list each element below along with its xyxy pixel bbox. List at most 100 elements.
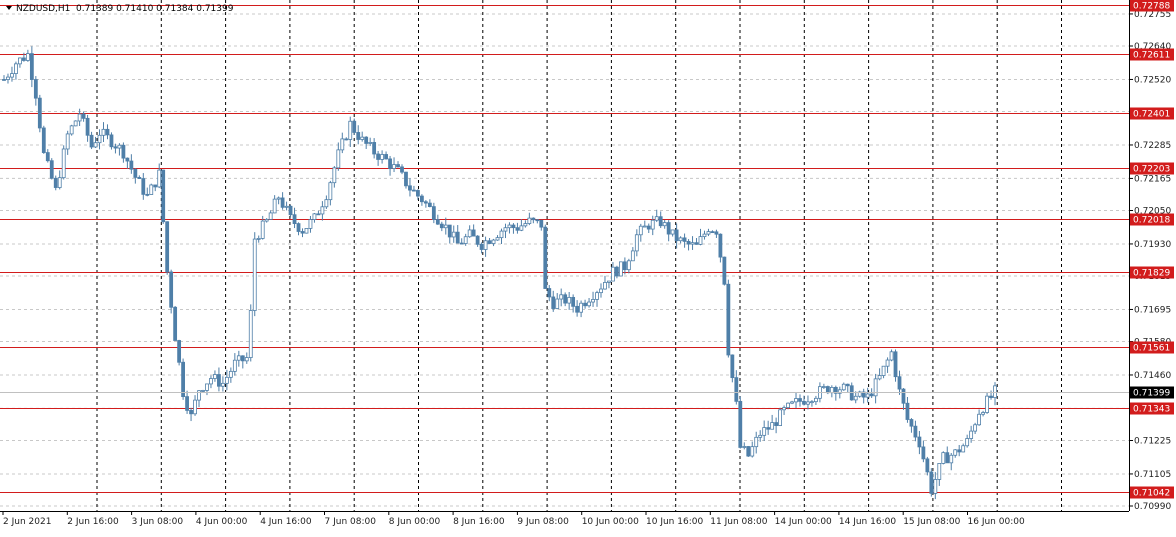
- candle-body: [790, 401, 794, 404]
- candle[interactable]: [893, 349, 898, 382]
- candle[interactable]: [619, 261, 623, 277]
- candle[interactable]: [941, 451, 946, 465]
- candle-body: [240, 355, 245, 362]
- candle-body: [953, 449, 958, 456]
- candle-body: [451, 231, 456, 238]
- candle[interactable]: [746, 445, 751, 458]
- price-tick-label: 0.72520: [1134, 75, 1171, 85]
- candle[interactable]: [165, 221, 170, 275]
- level-price-label: 0.71829: [1133, 269, 1170, 279]
- candle[interactable]: [738, 396, 743, 449]
- candle-body: [583, 302, 587, 307]
- candle-body: [734, 377, 739, 402]
- candle-body: [388, 158, 392, 169]
- candle-body: [109, 134, 114, 148]
- candle-body: [105, 128, 110, 136]
- candle-body: [603, 282, 607, 290]
- candle[interactable]: [304, 228, 309, 234]
- candle-body: [786, 402, 790, 409]
- candle-body: [419, 195, 424, 203]
- time-tick-label: 4 Jun 00:00: [196, 517, 248, 527]
- candle-body: [487, 240, 492, 244]
- candle-body: [865, 393, 870, 398]
- candle-body: [463, 236, 468, 244]
- candle-body: [29, 53, 34, 80]
- candle-body: [945, 452, 950, 464]
- candle-body: [77, 113, 82, 122]
- candle-body: [690, 242, 695, 245]
- candle-body: [181, 361, 186, 398]
- candle[interactable]: [352, 118, 357, 135]
- candle-body: [973, 424, 978, 432]
- candle[interactable]: [149, 183, 154, 195]
- candle-body: [416, 190, 420, 197]
- candle-body: [312, 213, 317, 220]
- candle-body: [352, 120, 357, 133]
- candle[interactable]: [73, 120, 78, 127]
- candle[interactable]: [929, 468, 934, 497]
- candle[interactable]: [726, 279, 731, 358]
- candle[interactable]: [857, 390, 862, 398]
- candle-body: [766, 427, 771, 430]
- candle[interactable]: [181, 358, 186, 400]
- candle-body: [889, 351, 894, 361]
- candle-body: [638, 225, 643, 236]
- candle[interactable]: [722, 256, 727, 286]
- candle-body: [224, 376, 229, 384]
- candle[interactable]: [404, 171, 408, 189]
- candle-body: [348, 120, 353, 140]
- time-tick-label: 8 Jun 00:00: [389, 517, 441, 527]
- candle-body: [304, 228, 309, 234]
- candle[interactable]: [985, 392, 989, 414]
- candle[interactable]: [69, 124, 74, 136]
- chart-svg[interactable]: 0.727550.726400.725200.724050.722850.721…: [0, 0, 1176, 533]
- candle-body: [169, 271, 174, 308]
- candle-body: [591, 299, 595, 303]
- candle-body: [762, 427, 767, 436]
- candle[interactable]: [177, 339, 182, 366]
- level-price-label: 0.71561: [1133, 344, 1170, 354]
- price-tick-label: 0.71225: [1134, 436, 1171, 446]
- candle-body: [913, 425, 918, 438]
- chart[interactable]: 0.727550.726400.725200.724050.722850.721…: [0, 0, 1176, 533]
- candle-body: [81, 113, 86, 119]
- candle[interactable]: [61, 145, 66, 180]
- candle[interactable]: [49, 158, 54, 180]
- candle-body: [726, 283, 731, 356]
- level-price-label: 0.72611: [1133, 51, 1170, 61]
- candle[interactable]: [248, 304, 253, 362]
- candle-body: [571, 296, 576, 307]
- candle-body: [750, 446, 755, 457]
- candle-body: [37, 97, 42, 129]
- candle-body: [308, 219, 313, 229]
- candle-body: [523, 223, 528, 227]
- candle-body: [153, 184, 158, 188]
- candle-body: [475, 235, 480, 245]
- candle-body: [396, 164, 400, 168]
- candle-body: [666, 222, 671, 235]
- chart-header: NZDUSD,H1 0.71389 0.71410 0.71384 0.7139…: [6, 4, 234, 14]
- candle[interactable]: [543, 224, 548, 289]
- candle-body: [471, 229, 476, 237]
- candle-body: [45, 152, 50, 162]
- candle[interactable]: [173, 305, 178, 341]
- candle[interactable]: [169, 269, 174, 314]
- candle-body: [905, 402, 910, 420]
- candle[interactable]: [109, 132, 114, 150]
- plot-area[interactable]: [0, 0, 1129, 511]
- candle-body: [89, 134, 94, 148]
- candle-body: [873, 378, 878, 397]
- candle[interactable]: [41, 125, 46, 154]
- candle[interactable]: [37, 94, 42, 133]
- candle-body: [877, 375, 882, 380]
- candle-body: [360, 136, 365, 140]
- candle-body: [798, 398, 802, 402]
- candle-body: [730, 354, 735, 379]
- candle[interactable]: [201, 389, 205, 393]
- candle-body: [491, 239, 496, 244]
- candle[interactable]: [161, 169, 166, 224]
- candle[interactable]: [778, 407, 782, 427]
- candle[interactable]: [252, 232, 257, 317]
- candle-body: [575, 305, 580, 313]
- candle-body: [929, 471, 934, 494]
